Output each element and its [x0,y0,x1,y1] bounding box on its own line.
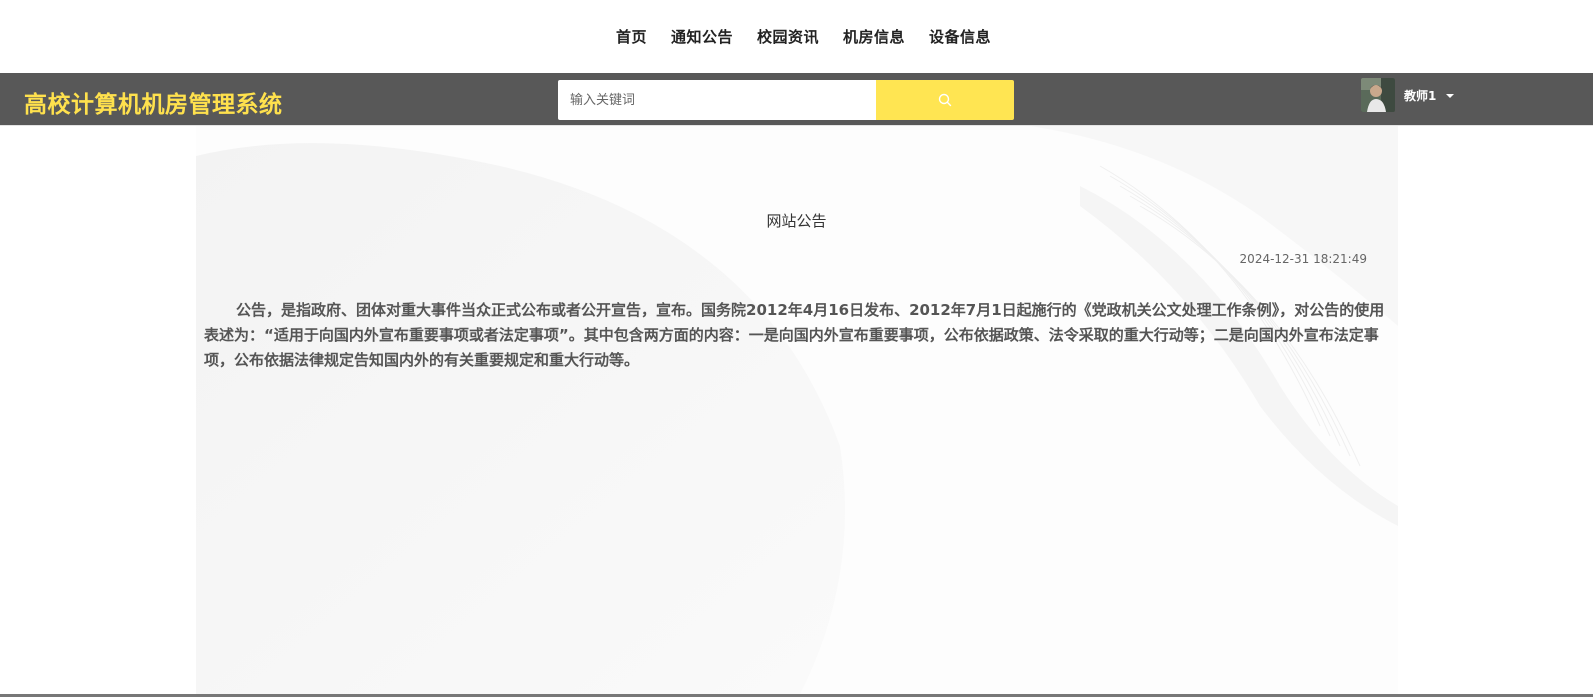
nav-list: 首页 通知公告 校园资讯 机房信息 设备信息 [604,26,1003,47]
avatar-image [1361,78,1395,112]
nav-item-home[interactable]: 首页 [604,26,659,47]
nav-item-campus-news[interactable]: 校园资讯 [745,26,831,47]
nav-item-device-info[interactable]: 设备信息 [917,26,1003,47]
article-title: 网站公告 [766,212,827,230]
search-input[interactable] [558,80,876,120]
avatar[interactable] [1361,78,1395,112]
main-content: 网站公告 2024-12-31 18:21:49 公告，是指政府、团体对重大事件… [0,126,1593,694]
article-timestamp: 2024-12-31 18:21:49 [1239,252,1367,266]
site-title[interactable]: 高校计算机机房管理系统 [24,85,283,119]
search-box [558,80,1014,120]
article-body: 公告，是指政府、团体对重大事件当众正式公布或者公开宣告，宣布。国务院2012年4… [204,301,1385,369]
top-navigation: 首页 通知公告 校园资讯 机房信息 设备信息 [0,0,1593,73]
nav-item-lab-info[interactable]: 机房信息 [831,26,917,47]
user-name[interactable]: 教师1 [1404,87,1436,104]
user-menu[interactable]: 教师1 [1361,78,1455,112]
search-button[interactable] [876,80,1014,120]
nav-item-notices[interactable]: 通知公告 [659,26,745,47]
header-bar: 高校计算机机房管理系统 教师1 [0,73,1593,126]
search-icon [938,93,952,107]
caret-down-icon[interactable] [1446,94,1455,98]
